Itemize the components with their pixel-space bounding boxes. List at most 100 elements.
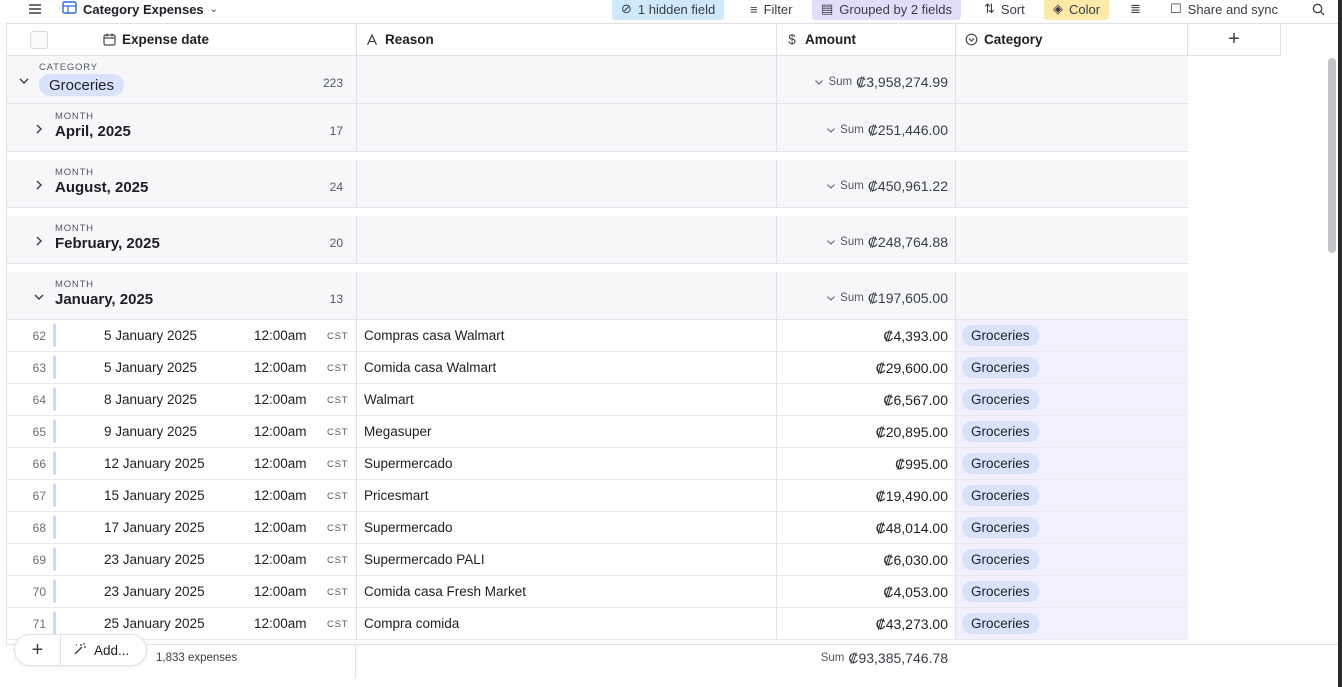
group-header-month[interactable]: MONTH August, 2025 24 Sum ₡450,961.22 <box>7 160 1188 208</box>
column-header-reason[interactable]: Reason <box>357 24 777 55</box>
category-tag: Groceries <box>962 325 1039 346</box>
table-row[interactable]: 63 5 January 2025 12:00am CST Comida cas… <box>7 352 1188 384</box>
amount-cell[interactable]: ₡6,567.00 <box>777 384 956 415</box>
reason-cell[interactable]: Comida casa Fresh Market <box>357 576 777 607</box>
expense-time-cell: 12:00am <box>254 520 307 535</box>
group-field-label: MONTH <box>55 167 94 178</box>
column-header-expense-date[interactable]: Expense date <box>7 24 357 55</box>
total-sum[interactable]: Sum ₡93,385,746.78 <box>821 650 948 666</box>
group-sum[interactable]: Sum ₡248,764.88 <box>826 234 948 250</box>
row-number: 65 <box>32 425 46 439</box>
group-icon: ▤ <box>821 1 834 16</box>
table-row[interactable]: 65 9 January 2025 12:00am CST Megasuper … <box>7 416 1188 448</box>
table-row[interactable]: 62 5 January 2025 12:00am CST Compras ca… <box>7 320 1188 352</box>
group-header-month[interactable]: MONTH January, 2025 13 Sum ₡197,605.00 <box>7 272 1188 320</box>
category-cell[interactable]: Groceries <box>956 608 1188 639</box>
table-row[interactable]: 64 8 January 2025 12:00am CST Walmart ₡6… <box>7 384 1188 416</box>
add-field-button[interactable]: + <box>1188 24 1281 55</box>
amount-cell[interactable]: ₡19,490.00 <box>777 480 956 511</box>
row-number: 67 <box>32 489 46 503</box>
menu-icon[interactable] <box>28 0 42 20</box>
table-row[interactable]: 71 25 January 2025 12:00am CST Compra co… <box>7 608 1188 640</box>
reason-cell[interactable]: Pricesmart <box>357 480 777 511</box>
share-button[interactable]: ☐ Share and sync <box>1170 0 1278 20</box>
color-button[interactable]: ◈ Color <box>1044 0 1110 20</box>
row-color-bar <box>53 452 56 475</box>
table-row[interactable]: 70 23 January 2025 12:00am CST Comida ca… <box>7 576 1188 608</box>
amount-cell[interactable]: ₡6,030.00 <box>777 544 956 575</box>
reason-cell[interactable]: Supermercado <box>357 512 777 543</box>
amount-cell[interactable]: ₡29,600.00 <box>777 352 956 383</box>
reason-cell[interactable]: Compras casa Walmart <box>357 320 777 351</box>
group-sum[interactable]: Sum ₡197,605.00 <box>826 290 948 306</box>
add-record-control[interactable]: + Add... <box>14 634 147 666</box>
row-height-icon[interactable]: ≣ <box>1130 0 1141 20</box>
vertical-scrollbar[interactable] <box>1328 58 1336 253</box>
category-cell[interactable]: Groceries <box>956 512 1188 543</box>
reason-cell[interactable]: Comida casa Walmart <box>357 352 777 383</box>
category-cell[interactable]: Groceries <box>956 384 1188 415</box>
group-header-category[interactable]: CATEGORY Groceries 223 Sum ₡3,958,274.99 <box>7 56 1188 104</box>
group-sum[interactable]: Sum ₡3,958,274.99 <box>814 74 948 90</box>
expense-date-cell: 9 January 2025 <box>104 424 198 439</box>
amount-cell[interactable]: ₡43,273.00 <box>777 608 956 639</box>
expense-date-cell: 12 January 2025 <box>104 456 205 471</box>
chevron-down-icon: ⌄ <box>209 3 219 15</box>
category-cell[interactable]: Groceries <box>956 576 1188 607</box>
amount-cell[interactable]: ₡995.00 <box>777 448 956 479</box>
hidden-fields-button[interactable]: ⊘ 1 hidden field <box>612 0 725 20</box>
sort-button[interactable]: ⇅ Sort <box>984 0 1025 20</box>
reason-cell[interactable]: Supermercado PALI <box>357 544 777 575</box>
timezone-label: CST <box>327 619 349 630</box>
chevron-down-icon[interactable] <box>18 75 30 87</box>
table-row[interactable]: 69 23 January 2025 12:00am CST Supermerc… <box>7 544 1188 576</box>
timezone-label: CST <box>327 587 349 598</box>
chevron-right-icon[interactable] <box>33 123 45 135</box>
reason-cell[interactable]: Supermercado <box>357 448 777 479</box>
record-count: 1,833 expenses <box>156 652 238 664</box>
filter-button[interactable]: ≡ Filter <box>750 0 792 20</box>
single-select-icon <box>964 33 978 47</box>
table-row[interactable]: 68 17 January 2025 12:00am CST Supermerc… <box>7 512 1188 544</box>
group-sum[interactable]: Sum ₡251,446.00 <box>826 122 948 138</box>
table-row[interactable]: 67 15 January 2025 12:00am CST Pricesmar… <box>7 480 1188 512</box>
select-all-checkbox[interactable] <box>30 31 48 49</box>
category-cell[interactable]: Groceries <box>956 448 1188 479</box>
category-cell[interactable]: Groceries <box>956 544 1188 575</box>
expense-date-cell: 23 January 2025 <box>104 584 205 599</box>
category-cell[interactable]: Groceries <box>956 480 1188 511</box>
column-header-category[interactable]: Category <box>956 24 1188 55</box>
expense-time-cell: 12:00am <box>254 584 307 599</box>
category-cell[interactable]: Groceries <box>956 352 1188 383</box>
category-cell[interactable]: Groceries <box>956 320 1188 351</box>
row-number: 71 <box>32 617 46 631</box>
group-button[interactable]: ▤ Grouped by 2 fields <box>812 0 962 20</box>
chevron-right-icon[interactable] <box>33 235 45 247</box>
row-number: 63 <box>32 361 46 375</box>
view-title[interactable]: Category Expenses ⌄ <box>62 0 218 20</box>
plus-icon[interactable]: + <box>15 635 61 665</box>
amount-cell[interactable]: ₡4,393.00 <box>777 320 956 351</box>
add-menu-button[interactable]: Add... <box>61 642 129 659</box>
amount-cell[interactable]: ₡20,895.00 <box>777 416 956 447</box>
group-header-month[interactable]: MONTH February, 2025 20 Sum ₡248,764.88 <box>7 216 1188 264</box>
column-header-amount[interactable]: $ Amount <box>777 24 956 55</box>
expenses-grid: Expense date Reason $ Amount Category + … <box>6 23 1342 678</box>
group-category-pill: Groceries <box>39 74 125 96</box>
category-cell[interactable]: Groceries <box>956 416 1188 447</box>
reason-cell[interactable]: Megasuper <box>357 416 777 447</box>
group-header-month[interactable]: MONTH April, 2025 17 Sum ₡251,446.00 <box>7 104 1188 152</box>
expense-date-cell: 8 January 2025 <box>104 392 198 407</box>
search-icon[interactable] <box>1312 0 1325 20</box>
reason-cell[interactable]: Walmart <box>357 384 777 415</box>
group-sum[interactable]: Sum ₡450,961.22 <box>826 178 948 194</box>
share-icon: ☐ <box>1170 1 1182 16</box>
chevron-right-icon[interactable] <box>33 179 45 191</box>
amount-cell[interactable]: ₡4,053.00 <box>777 576 956 607</box>
reason-cell[interactable]: Compra comida <box>357 608 777 639</box>
chevron-down-icon[interactable] <box>33 291 45 303</box>
table-row[interactable]: 66 12 January 2025 12:00am CST Supermerc… <box>7 448 1188 480</box>
amount-cell[interactable]: ₡48,014.00 <box>777 512 956 543</box>
group-field-label: MONTH <box>55 111 94 122</box>
group-count: 17 <box>329 124 343 138</box>
